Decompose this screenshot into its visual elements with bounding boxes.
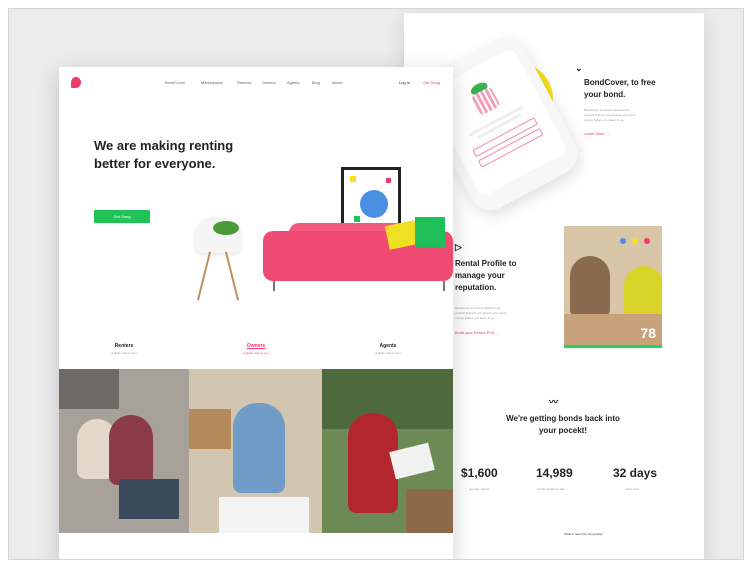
snug-logo-icon[interactable] [71, 77, 81, 88]
tab-sublabel: a faster way to rent [111, 351, 137, 355]
bond-title: BondCover, to free your bond. [584, 78, 656, 99]
plant-icon [213, 221, 239, 235]
arrow-right-icon: → [605, 131, 610, 136]
nav-item-blog[interactable]: Blog [312, 80, 320, 85]
bond-link-label: Learn More [584, 131, 605, 136]
stat-label: return time [625, 487, 640, 491]
tab-label: Renters [114, 343, 134, 349]
stat-value: 14,989 [536, 466, 573, 480]
bench-shape [219, 497, 309, 533]
arrow-right-icon: → [496, 330, 501, 335]
rental-profile-photo: 78 [564, 226, 662, 348]
rental-body: BondCover is a bond replacement product … [455, 306, 507, 320]
wave-icon: 〰 [549, 397, 559, 407]
status-dot-icon [632, 238, 638, 244]
browser-frame: ⌄ BondCover, to free your bond. BondCove… [8, 8, 744, 560]
tab-label: Owners [246, 343, 266, 349]
stat-label: average refund [469, 487, 490, 491]
stat-value: $1,600 [461, 466, 498, 480]
status-dot-icon [620, 238, 626, 244]
tab-owners[interactable]: Owners a faster way to rent [211, 343, 301, 355]
rental-link-label: Build your Rental Prof. [455, 330, 496, 335]
person-silhouette [348, 413, 398, 513]
renters-photo [59, 369, 189, 533]
tab-label: Agents [379, 343, 397, 349]
login-link[interactable]: Log In [399, 80, 410, 85]
chair-leg [224, 251, 240, 301]
chevron-down-icon: ⌄ [575, 63, 583, 73]
laptop-shape [119, 479, 179, 519]
chair-leg [196, 251, 212, 301]
hero-title: We are making renting better for everyon… [94, 138, 234, 171]
get-snug-button[interactable]: Get Snug [94, 210, 150, 223]
nav-item-about[interactable]: About [332, 80, 342, 85]
art-confetti-shape [354, 216, 360, 222]
cabinet-shape [189, 409, 231, 449]
tab-sublabel: a faster way to rent [243, 351, 269, 355]
blog-footer-heading: What is new from snug blog? [564, 532, 603, 536]
art-confetti-shape [386, 178, 391, 183]
tab-sublabel: a faster way to rent [375, 351, 401, 355]
front-page: BondCover Marketplace Renters Owners Age… [59, 67, 453, 559]
rental-score: 78 [640, 325, 656, 341]
status-dot-icon [644, 238, 650, 244]
sofa-leg [443, 281, 445, 291]
art-confetti-shape [350, 176, 356, 182]
paper-plane-icon: ▷ [455, 242, 462, 252]
green-cushion-shape [415, 217, 445, 247]
nav-item-marketplace[interactable]: Marketplace [201, 80, 223, 85]
person-silhouette [570, 256, 610, 316]
owners-photo [189, 369, 322, 533]
nav-item-owners[interactable]: Owners [262, 80, 276, 85]
page-bottom [59, 533, 453, 559]
fence-shape [406, 489, 453, 533]
oven-shape [59, 369, 119, 409]
tab-renters[interactable]: Renters a faster way to rent [79, 343, 169, 355]
rental-title: Rental Profile to manage your reputation… [455, 259, 517, 292]
bonds-title: We're getting bonds back into your pocek… [506, 414, 620, 435]
person-silhouette [109, 415, 153, 485]
art-circle-shape [360, 190, 388, 218]
nav-item-bondcover[interactable]: BondCover [165, 80, 185, 85]
nav-item-agents[interactable]: Agents [287, 80, 299, 85]
signup-link[interactable]: Get Snug [423, 80, 440, 85]
sofa-leg [273, 281, 275, 291]
person-silhouette [233, 403, 285, 493]
bond-learn-more-link[interactable]: Learn More → [584, 131, 610, 136]
nav-item-renters[interactable]: Renters [237, 80, 251, 85]
stat-label: bonds helped to date [537, 487, 566, 491]
stat-value: 32 days [613, 466, 658, 480]
bond-body: BondCover is a bond replacement product … [584, 108, 636, 122]
agents-photo [322, 369, 453, 533]
build-rental-profile-link[interactable]: Build your Rental Prof. → [455, 330, 500, 335]
tab-agents[interactable]: Agents a faster way to rent [343, 343, 433, 355]
top-nav: BondCover Marketplace Renters Owners Age… [59, 67, 453, 97]
audience-tabs: Renters a faster way to rent Owners a fa… [59, 343, 453, 367]
